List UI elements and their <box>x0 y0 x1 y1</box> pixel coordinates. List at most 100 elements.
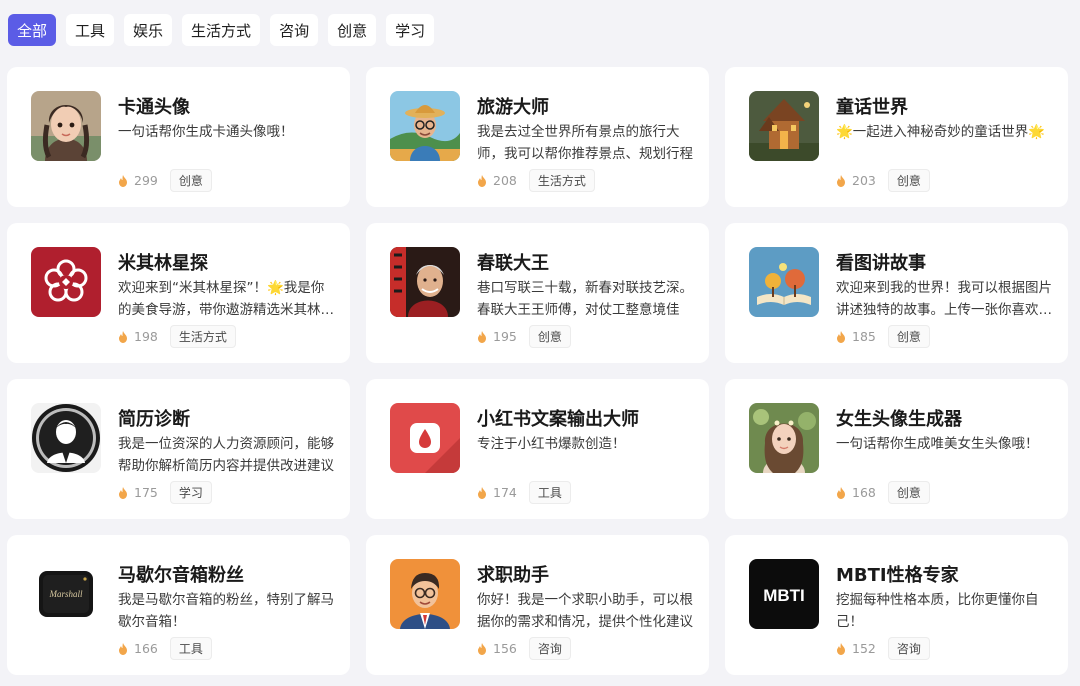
usage-count: 168 <box>852 485 876 500</box>
card-meta: 198 生活方式 <box>118 325 236 348</box>
card-description: 欢迎来到我的世界！我可以根据图片讲述独特的故事。上传一张你喜欢的图片吧 <box>836 280 1052 318</box>
agent-card[interactable]: 春联大王巷口写联三十载，新春对联技艺深。春联大王王师傅，对仗工整意境佳 195 创意 <box>366 223 709 363</box>
card-title: 春联大王 <box>477 253 549 274</box>
businessman-silhouette-icon <box>31 403 101 473</box>
card-description: 你好！我是一个求职小助手，可以根据你的需求和情况，提供个性化建议 <box>477 592 693 630</box>
fairy-castle-icon <box>749 91 819 161</box>
traveler-avatar-icon <box>390 91 460 161</box>
svg-text:Marshall: Marshall <box>48 589 83 599</box>
card-description: 专注于小红书爆款创造！ <box>477 436 626 452</box>
agent-card[interactable]: MBTI MBTI性格专家挖掘每种性格本质，比你更懂你自己！ 152 咨询 <box>725 535 1068 675</box>
usage-count: 195 <box>493 329 517 344</box>
card-meta: 299 创意 <box>118 169 212 192</box>
tab-0[interactable]: 全部 <box>8 14 57 46</box>
agent-card[interactable]: 简历诊断我是一位资深的人力资源顾问，能够帮助你解析简历内容并提供改进建议 175 学… <box>7 379 350 519</box>
tab-6[interactable]: 学习 <box>386 14 435 46</box>
tab-2[interactable]: 娱乐 <box>124 14 173 46</box>
category-tag: 工具 <box>169 637 212 660</box>
card-title: 女生头像生成器 <box>836 409 962 430</box>
card-title: 童话世界 <box>836 97 908 118</box>
card-title: 卡通头像 <box>118 97 190 118</box>
category-tag: 生活方式 <box>528 169 595 192</box>
category-tag: 工具 <box>528 481 571 504</box>
fire-icon <box>478 486 486 499</box>
usage-count: 208 <box>493 173 517 188</box>
tab-1[interactable]: 工具 <box>66 14 115 46</box>
tab-3[interactable]: 生活方式 <box>182 14 261 46</box>
fire-icon <box>478 174 486 187</box>
card-description: 欢迎来到“米其林星探”！🌟我是你的美食导游，带你遨游精选米其林餐厅 <box>118 280 334 318</box>
category-tag: 创意 <box>887 169 930 192</box>
fire-icon <box>119 174 127 187</box>
tab-4[interactable]: 咨询 <box>270 14 319 46</box>
job-seeker-avatar-icon <box>390 559 460 629</box>
agent-card[interactable]: 求职助手你好！我是一个求职小助手，可以根据你的需求和情况，提供个性化建议 156 咨… <box>366 535 709 675</box>
card-meta: 174 工具 <box>477 481 571 504</box>
card-meta: 185 创意 <box>836 325 930 348</box>
card-meta: 166 工具 <box>118 637 212 660</box>
card-description: 挖掘每种性格本质，比你更懂你自己！ <box>836 592 1039 630</box>
card-description: 巷口写联三十载，新春对联技艺深。春联大王王师傅，对仗工整意境佳 <box>477 280 693 318</box>
category-tag: 学习 <box>169 481 212 504</box>
usage-count: 203 <box>852 173 876 188</box>
agent-card[interactable]: 卡通头像一句话帮你生成卡通头像哦！ 299 创意 <box>7 67 350 207</box>
fire-icon <box>837 330 845 343</box>
card-meta: 168 创意 <box>836 481 930 504</box>
card-description: 我是一位资深的人力资源顾问，能够帮助你解析简历内容并提供改进建议 <box>118 436 334 474</box>
card-description: 一句话帮你生成卡通头像哦！ <box>118 124 294 140</box>
usage-count: 198 <box>134 329 158 344</box>
card-title: 看图讲故事 <box>836 253 926 274</box>
mbti-logo-icon: MBTI <box>749 559 819 629</box>
girl-portrait-icon <box>749 403 819 473</box>
category-tag: 创意 <box>887 325 930 348</box>
red-book-icon <box>390 403 460 473</box>
card-meta: 203 创意 <box>836 169 930 192</box>
card-title: 求职助手 <box>477 565 549 586</box>
card-meta: 195 创意 <box>477 325 571 348</box>
fire-icon <box>119 642 127 655</box>
speaker-icon: Marshall <box>31 559 101 629</box>
michelin-flower-icon <box>31 247 101 317</box>
category-tag: 生活方式 <box>169 325 236 348</box>
usage-count: 185 <box>852 329 876 344</box>
agent-card[interactable]: 小红书文案输出大师专注于小红书爆款创造！ 174 工具 <box>366 379 709 519</box>
category-tag: 咨询 <box>887 637 930 660</box>
card-meta: 156 咨询 <box>477 637 571 660</box>
card-title: 马歇尔音箱粉丝 <box>118 565 244 586</box>
svg-text:MBTI: MBTI <box>763 586 805 605</box>
card-title: 旅游大师 <box>477 97 549 118</box>
card-title: 小红书文案输出大师 <box>477 409 639 430</box>
card-meta: 152 咨询 <box>836 637 930 660</box>
category-tag: 创意 <box>528 325 571 348</box>
usage-count: 166 <box>134 641 158 656</box>
cartoon-girl-avatar-icon <box>31 91 101 161</box>
usage-count: 152 <box>852 641 876 656</box>
card-meta: 208 生活方式 <box>477 169 595 192</box>
card-title: MBTI性格专家 <box>836 565 959 586</box>
card-description: 一句话帮你生成唯美女生头像哦！ <box>836 436 1039 452</box>
card-meta: 175 学习 <box>118 481 212 504</box>
category-tag: 咨询 <box>528 637 571 660</box>
card-title: 米其林星探 <box>118 253 208 274</box>
agent-card[interactable]: 看图讲故事欢迎来到我的世界！我可以根据图片讲述独特的故事。上传一张你喜欢的图片吧… <box>725 223 1068 363</box>
fire-icon <box>119 486 127 499</box>
fire-icon <box>837 174 845 187</box>
card-title: 简历诊断 <box>118 409 190 430</box>
category-tag: 创意 <box>169 169 212 192</box>
agent-card[interactable]: Marshall 马歇尔音箱粉丝 我是马歇尔音箱的粉丝，特别了解马歇尔音箱！ 166… <box>7 535 350 675</box>
agent-card[interactable]: 童话世界 🌟一起进入神秘奇妙的童话世界🌟 203 创意 <box>725 67 1068 207</box>
calligrapher-avatar-icon <box>390 247 460 317</box>
agent-card[interactable]: 米其林星探欢迎来到“米其林星探”！🌟我是你的美食导游，带你遨游精选米其林餐厅 19… <box>7 223 350 363</box>
agent-card-grid: 卡通头像一句话帮你生成卡通头像哦！ 299 创意 旅游大师 我是去过全世界所有景点的旅… <box>7 67 1068 675</box>
storybook-icon <box>749 247 819 317</box>
agent-card[interactable]: 旅游大师 我是去过全世界所有景点的旅行大师，我可以帮你推荐景点、规划行程 208 生活… <box>366 67 709 207</box>
fire-icon <box>119 330 127 343</box>
fire-icon <box>478 330 486 343</box>
fire-icon <box>478 642 486 655</box>
agent-card[interactable]: 女生头像生成器一句话帮你生成唯美女生头像哦！ 168 创意 <box>725 379 1068 519</box>
tab-5[interactable]: 创意 <box>328 14 377 46</box>
usage-count: 174 <box>493 485 517 500</box>
fire-icon <box>837 642 845 655</box>
card-description: 🌟一起进入神秘奇妙的童话世界🌟 <box>836 124 1046 140</box>
category-tag: 创意 <box>887 481 930 504</box>
